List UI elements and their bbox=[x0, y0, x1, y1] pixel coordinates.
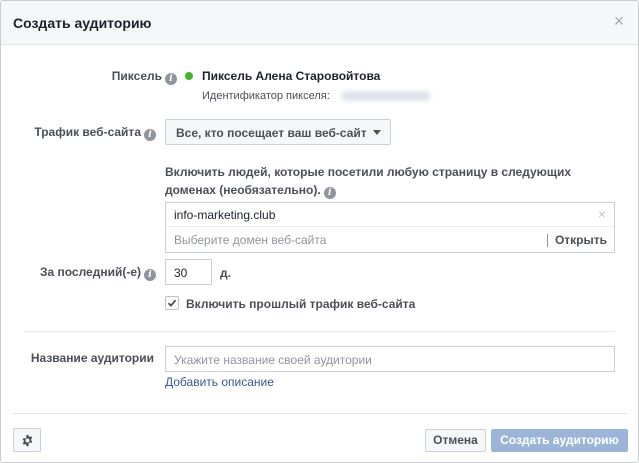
dialog-header: Создать аудиторию × bbox=[1, 1, 638, 45]
info-icon[interactable]: i bbox=[144, 269, 156, 281]
chevron-down-icon bbox=[373, 130, 381, 135]
days-input[interactable]: 30 bbox=[165, 259, 212, 285]
include-domains-description: Включить людей, которые посетили любую с… bbox=[165, 163, 585, 199]
past-traffic-checkbox[interactable] bbox=[165, 296, 179, 310]
domain-token-label: info-marketing.club bbox=[174, 208, 276, 222]
domain-token: info-marketing.club × bbox=[166, 203, 614, 227]
period-label: За последний(-е) bbox=[39, 265, 141, 279]
pixel-name: Пиксель Алена Старовойтова bbox=[202, 69, 381, 83]
settings-button[interactable] bbox=[13, 428, 41, 452]
close-icon[interactable]: × bbox=[598, 206, 606, 222]
past-traffic-label: Включить прошлый трафик веб-сайта bbox=[186, 297, 416, 311]
traffic-label: Трафик веб-сайта bbox=[34, 125, 141, 139]
pixel-label: Пиксель bbox=[111, 69, 162, 83]
checkmark-icon bbox=[167, 299, 177, 307]
traffic-dropdown-value: Все, кто посещает ваш веб-сайт bbox=[176, 126, 367, 140]
domain-input[interactable]: Выберите домен веб-сайта bbox=[174, 233, 326, 247]
cancel-button[interactable]: Отмена bbox=[425, 429, 486, 452]
create-audience-button[interactable]: Создать аудиторию bbox=[491, 429, 628, 452]
dialog-title: Создать аудиторию bbox=[13, 15, 152, 31]
create-audience-dialog: Создать аудиторию × Пиксель i Пиксель Але… bbox=[0, 0, 639, 463]
gear-icon bbox=[22, 434, 33, 447]
days-unit: д. bbox=[220, 266, 231, 280]
pixel-label-group: Пиксель i bbox=[71, 69, 177, 85]
pixel-id-label: Идентификатор пикселя: bbox=[202, 90, 330, 102]
pixel-status-dot bbox=[185, 72, 193, 80]
close-icon[interactable]: × bbox=[611, 12, 627, 30]
pixel-id-redacted bbox=[341, 91, 431, 101]
section-divider bbox=[24, 331, 615, 332]
period-label-group: За последний(-е) i bbox=[21, 265, 156, 281]
open-domains-button[interactable]: Открыть bbox=[555, 233, 607, 247]
info-icon[interactable]: i bbox=[165, 73, 177, 85]
add-description-link[interactable]: Добавить описание bbox=[165, 375, 274, 389]
traffic-dropdown[interactable]: Все, кто посещает ваш веб-сайт bbox=[165, 119, 391, 145]
footer-divider bbox=[13, 413, 627, 414]
info-icon[interactable]: i bbox=[144, 129, 156, 141]
traffic-label-group: Трафик веб-сайта i bbox=[21, 125, 156, 141]
audience-name-input[interactable]: Укажите название своей аудитории bbox=[165, 346, 615, 372]
info-icon[interactable]: i bbox=[323, 187, 336, 199]
domain-selector: info-marketing.club × Выберите домен веб… bbox=[165, 202, 615, 253]
include-domains-text: Включить людей, которые посетили любую с… bbox=[165, 165, 572, 197]
audience-name-label: Название аудитории bbox=[30, 351, 154, 365]
divider bbox=[547, 234, 548, 247]
